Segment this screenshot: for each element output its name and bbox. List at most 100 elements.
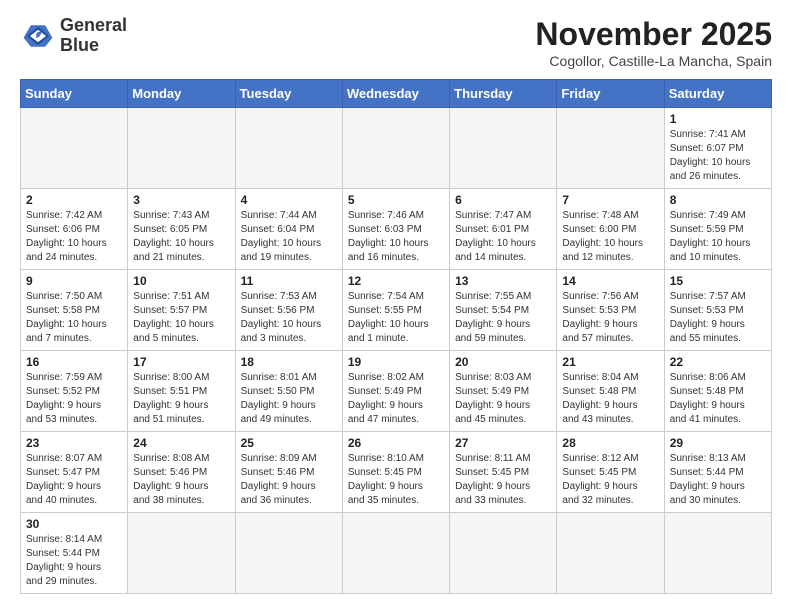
day-info: Sunrise: 8:06 AMSunset: 5:48 PMDaylight:…	[670, 371, 766, 427]
day-info: Sunrise: 7:55 AMSunset: 5:54 PMDaylight:…	[455, 290, 551, 346]
logo: General Blue	[20, 16, 127, 56]
weekday-header-sunday: Sunday	[21, 80, 128, 108]
day-info: Sunrise: 8:02 AMSunset: 5:49 PMDaylight:…	[348, 371, 444, 427]
calendar-cell: 12Sunrise: 7:54 AMSunset: 5:55 PMDayligh…	[342, 270, 449, 351]
calendar-cell	[342, 108, 449, 189]
day-info: Sunrise: 7:47 AMSunset: 6:01 PMDaylight:…	[455, 209, 551, 265]
day-number: 27	[455, 436, 551, 450]
calendar-cell: 13 Sunrise: 7:55 AMSunset: 5:54 PMDayligh…	[450, 270, 557, 351]
header: General Blue November 2025 Cogollor, Cas…	[20, 16, 772, 69]
day-number: 25	[241, 436, 337, 450]
day-number: 30	[26, 517, 122, 531]
day-number: 7	[562, 193, 658, 207]
weekday-header-tuesday: Tuesday	[235, 80, 342, 108]
calendar-cell	[664, 513, 771, 594]
calendar-cell: 30 Sunrise: 8:14 AMSunset: 5:44 PMDayligh…	[21, 513, 128, 594]
calendar-cell	[235, 513, 342, 594]
day-info: Sunrise: 8:08 AMSunset: 5:46 PMDaylight:…	[133, 452, 229, 508]
generalblue-logo-icon	[20, 18, 56, 54]
day-info: Sunrise: 7:44 AMSunset: 6:04 PMDaylight:…	[241, 209, 337, 265]
day-info: Sunrise: 8:14 AMSunset: 5:44 PMDaylight:…	[26, 533, 122, 589]
calendar-cell	[342, 513, 449, 594]
day-info: Sunrise: 8:07 AMSunset: 5:47 PMDaylight:…	[26, 452, 122, 508]
day-info: Sunrise: 7:51 AMSunset: 5:57 PMDaylight:…	[133, 290, 229, 346]
weekday-header-thursday: Thursday	[450, 80, 557, 108]
day-number: 24	[133, 436, 229, 450]
day-number: 26	[348, 436, 444, 450]
day-number: 15	[670, 274, 766, 288]
calendar-week-row: 16Sunrise: 7:59 AMSunset: 5:52 PMDayligh…	[21, 351, 772, 432]
calendar-cell	[235, 108, 342, 189]
calendar-cell	[557, 513, 664, 594]
calendar-cell: 15Sunrise: 7:57 AMSunset: 5:53 PMDayligh…	[664, 270, 771, 351]
calendar-cell: 26 Sunrise: 8:10 AMSunset: 5:45 PMDayligh…	[342, 432, 449, 513]
location-subtitle: Cogollor, Castille-La Mancha, Spain	[535, 53, 772, 69]
day-number: 11	[241, 274, 337, 288]
calendar-cell: 9 Sunrise: 7:50 AMSunset: 5:58 PMDaylight…	[21, 270, 128, 351]
day-info: Sunrise: 8:11 AMSunset: 5:45 PMDaylight:…	[455, 452, 551, 508]
weekday-header-saturday: Saturday	[664, 80, 771, 108]
weekday-header-wednesday: Wednesday	[342, 80, 449, 108]
day-number: 8	[670, 193, 766, 207]
calendar-cell: 17 Sunrise: 8:00 AMSunset: 5:51 PMDayligh…	[128, 351, 235, 432]
calendar-cell: 5 Sunrise: 7:46 AMSunset: 6:03 PMDaylight…	[342, 189, 449, 270]
calendar-cell: 25Sunrise: 8:09 AMSunset: 5:46 PMDayligh…	[235, 432, 342, 513]
calendar-cell: 7 Sunrise: 7:48 AMSunset: 6:00 PMDaylight…	[557, 189, 664, 270]
calendar-cell: 22Sunrise: 8:06 AMSunset: 5:48 PMDayligh…	[664, 351, 771, 432]
calendar-cell: 1Sunrise: 7:41 AMSunset: 6:07 PMDaylight…	[664, 108, 771, 189]
day-info: Sunrise: 7:42 AMSunset: 6:06 PMDaylight:…	[26, 209, 122, 265]
day-info: Sunrise: 8:13 AMSunset: 5:44 PMDaylight:…	[670, 452, 766, 508]
calendar-cell: 16Sunrise: 7:59 AMSunset: 5:52 PMDayligh…	[21, 351, 128, 432]
day-number: 9	[26, 274, 122, 288]
day-number: 4	[241, 193, 337, 207]
day-info: Sunrise: 7:54 AMSunset: 5:55 PMDaylight:…	[348, 290, 444, 346]
calendar-table: SundayMondayTuesdayWednesdayThursdayFrid…	[20, 79, 772, 594]
day-info: Sunrise: 7:56 AMSunset: 5:53 PMDaylight:…	[562, 290, 658, 346]
calendar-cell: 3Sunrise: 7:43 AMSunset: 6:05 PMDaylight…	[128, 189, 235, 270]
logo-general: General	[60, 15, 127, 35]
day-number: 16	[26, 355, 122, 369]
day-number: 23	[26, 436, 122, 450]
day-number: 13	[455, 274, 551, 288]
day-number: 18	[241, 355, 337, 369]
month-title: November 2025	[535, 16, 772, 53]
day-number: 5	[348, 193, 444, 207]
day-number: 28	[562, 436, 658, 450]
day-number: 14	[562, 274, 658, 288]
logo-text: General Blue	[60, 16, 127, 56]
calendar-cell: 21Sunrise: 8:04 AMSunset: 5:48 PMDayligh…	[557, 351, 664, 432]
calendar-week-row: 1Sunrise: 7:41 AMSunset: 6:07 PMDaylight…	[21, 108, 772, 189]
day-info: Sunrise: 8:10 AMSunset: 5:45 PMDaylight:…	[348, 452, 444, 508]
calendar-cell	[450, 108, 557, 189]
day-number: 29	[670, 436, 766, 450]
calendar-week-row: 9 Sunrise: 7:50 AMSunset: 5:58 PMDaylight…	[21, 270, 772, 351]
calendar-cell: 11Sunrise: 7:53 AMSunset: 5:56 PMDayligh…	[235, 270, 342, 351]
day-number: 21	[562, 355, 658, 369]
calendar-cell: 10 Sunrise: 7:51 AMSunset: 5:57 PMDayligh…	[128, 270, 235, 351]
day-info: Sunrise: 7:43 AMSunset: 6:05 PMDaylight:…	[133, 209, 229, 265]
calendar-week-row: 30 Sunrise: 8:14 AMSunset: 5:44 PMDayligh…	[21, 513, 772, 594]
day-info: Sunrise: 8:12 AMSunset: 5:45 PMDaylight:…	[562, 452, 658, 508]
day-info: Sunrise: 7:49 AMSunset: 5:59 PMDaylight:…	[670, 209, 766, 265]
day-number: 17	[133, 355, 229, 369]
day-number: 2	[26, 193, 122, 207]
calendar-cell	[128, 108, 235, 189]
weekday-header-friday: Friday	[557, 80, 664, 108]
calendar-week-row: 23 Sunrise: 8:07 AMSunset: 5:47 PMDayligh…	[21, 432, 772, 513]
day-info: Sunrise: 7:50 AMSunset: 5:58 PMDaylight:…	[26, 290, 122, 346]
calendar-cell: 6 Sunrise: 7:47 AMSunset: 6:01 PMDaylight…	[450, 189, 557, 270]
calendar-cell	[21, 108, 128, 189]
day-info: Sunrise: 7:48 AMSunset: 6:00 PMDaylight:…	[562, 209, 658, 265]
day-number: 6	[455, 193, 551, 207]
calendar-cell	[128, 513, 235, 594]
calendar-cell: 24 Sunrise: 8:08 AMSunset: 5:46 PMDayligh…	[128, 432, 235, 513]
day-info: Sunrise: 8:00 AMSunset: 5:51 PMDaylight:…	[133, 371, 229, 427]
calendar-cell: 2 Sunrise: 7:42 AMSunset: 6:06 PMDaylight…	[21, 189, 128, 270]
calendar-week-row: 2 Sunrise: 7:42 AMSunset: 6:06 PMDaylight…	[21, 189, 772, 270]
title-block: November 2025 Cogollor, Castille-La Manc…	[535, 16, 772, 69]
day-number: 10	[133, 274, 229, 288]
day-info: Sunrise: 7:46 AMSunset: 6:03 PMDaylight:…	[348, 209, 444, 265]
calendar-cell: 28 Sunrise: 8:12 AMSunset: 5:45 PMDayligh…	[557, 432, 664, 513]
calendar-cell: 23 Sunrise: 8:07 AMSunset: 5:47 PMDayligh…	[21, 432, 128, 513]
logo-blue: Blue	[60, 35, 99, 55]
